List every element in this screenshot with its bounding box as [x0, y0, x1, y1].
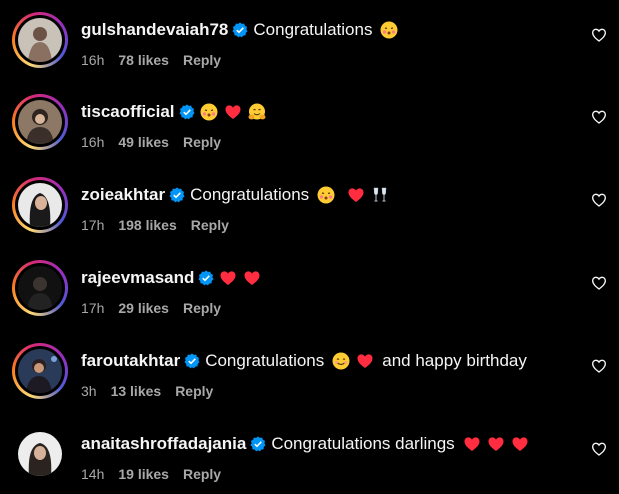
comment-username[interactable]: gulshandevaiah78 — [81, 20, 228, 40]
comment-username[interactable]: zoieakhtar — [81, 185, 165, 205]
comment-text: Congratulations — [190, 185, 310, 204]
kissing-face-emoji — [200, 103, 218, 121]
comment-likes[interactable]: 13 likes — [111, 383, 162, 399]
reply-button[interactable]: Reply — [191, 217, 229, 233]
comment-meta: 14h 19 likes Reply — [81, 466, 221, 482]
comment-likes[interactable]: 49 likes — [118, 134, 169, 150]
red-heart-emoji — [464, 437, 480, 451]
heart-outline-icon[interactable] — [591, 358, 607, 374]
comment-meta: 16h 49 likes Reply — [81, 134, 221, 150]
comment-item: zoieakhtar Congratulations 17h 198 likes… — [0, 165, 619, 245]
reply-button[interactable]: Reply — [183, 300, 221, 316]
comment-time: 16h — [81, 134, 105, 150]
comment-item: gulshandevaiah78 Congratulations 16h 78 … — [0, 0, 619, 80]
comment-line: faroutakhtar Congratulations and happy b… — [81, 349, 527, 373]
heart-outline-icon[interactable] — [591, 27, 607, 43]
comment-username[interactable]: faroutakhtar — [81, 351, 180, 371]
comment-line: rajeevmasand — [81, 266, 261, 290]
red-heart-emoji — [357, 354, 373, 368]
heart-outline-icon[interactable] — [591, 275, 607, 291]
comment-item: tiscaofficial 16h 49 likes Reply — [0, 82, 619, 162]
reply-button[interactable]: Reply — [183, 134, 221, 150]
avatar[interactable] — [12, 94, 68, 150]
reply-button[interactable]: Reply — [175, 383, 213, 399]
smiling-face-emoji — [332, 352, 350, 370]
reply-button[interactable]: Reply — [183, 52, 221, 68]
verified-badge-icon — [179, 104, 195, 120]
heart-outline-icon[interactable] — [591, 109, 607, 125]
comment-meta: 17h 29 likes Reply — [81, 300, 221, 316]
comment-likes[interactable]: 78 likes — [118, 52, 169, 68]
verified-badge-icon — [250, 436, 266, 452]
verified-badge-icon — [184, 353, 200, 369]
red-heart-emoji — [512, 437, 528, 451]
comment-line: tiscaofficial — [81, 100, 266, 124]
verified-badge-icon — [198, 270, 214, 286]
comment-item: rajeevmasand 17h 29 likes Reply — [0, 248, 619, 328]
comment-line: zoieakhtar Congratulations — [81, 183, 389, 207]
comment-line: anaitashroffadajania Congratulations dar… — [81, 432, 529, 456]
red-heart-emoji — [488, 437, 504, 451]
avatar[interactable] — [12, 12, 68, 68]
hugging-face-emoji — [248, 103, 266, 120]
comment-username[interactable]: tiscaofficial — [81, 102, 175, 122]
red-heart-emoji — [348, 188, 364, 202]
avatar[interactable] — [12, 260, 68, 316]
red-heart-emoji — [225, 105, 241, 119]
avatar[interactable] — [12, 426, 68, 482]
comment-username[interactable]: rajeevmasand — [81, 268, 194, 288]
comment-likes[interactable]: 19 likes — [118, 466, 169, 482]
kissing-face-emoji — [317, 186, 335, 204]
comment-time: 17h — [81, 300, 105, 316]
avatar[interactable] — [12, 177, 68, 233]
comment-meta: 17h 198 likes Reply — [81, 217, 229, 233]
heart-outline-icon[interactable] — [591, 441, 607, 457]
comment-time: 17h — [81, 217, 105, 233]
comment-item: anaitashroffadajania Congratulations dar… — [0, 414, 619, 494]
verified-badge-icon — [169, 187, 185, 203]
comment-time: 3h — [81, 383, 97, 399]
comment-likes[interactable]: 198 likes — [118, 217, 176, 233]
comment-meta: 16h 78 likes Reply — [81, 52, 221, 68]
comment-text-tail: and happy birthday — [382, 351, 527, 370]
clinking-glasses-emoji — [373, 187, 387, 202]
red-heart-emoji — [244, 271, 260, 285]
verified-badge-icon — [232, 22, 248, 38]
kissing-face-emoji — [380, 21, 398, 39]
red-heart-emoji — [220, 271, 236, 285]
comment-username[interactable]: anaitashroffadajania — [81, 434, 246, 454]
heart-outline-icon[interactable] — [591, 192, 607, 208]
comment-item: faroutakhtar Congratulations and happy b… — [0, 331, 619, 411]
comment-meta: 3h 13 likes Reply — [81, 383, 213, 399]
comment-text: Congratulations — [205, 351, 325, 370]
comment-line: gulshandevaiah78 Congratulations — [81, 18, 398, 42]
avatar[interactable] — [12, 343, 68, 399]
comment-text: Congratulations darlings — [271, 434, 455, 453]
comment-text: Congratulations — [253, 20, 373, 39]
reply-button[interactable]: Reply — [183, 466, 221, 482]
comment-time: 16h — [81, 52, 105, 68]
comment-likes[interactable]: 29 likes — [118, 300, 169, 316]
comment-time: 14h — [81, 466, 105, 482]
